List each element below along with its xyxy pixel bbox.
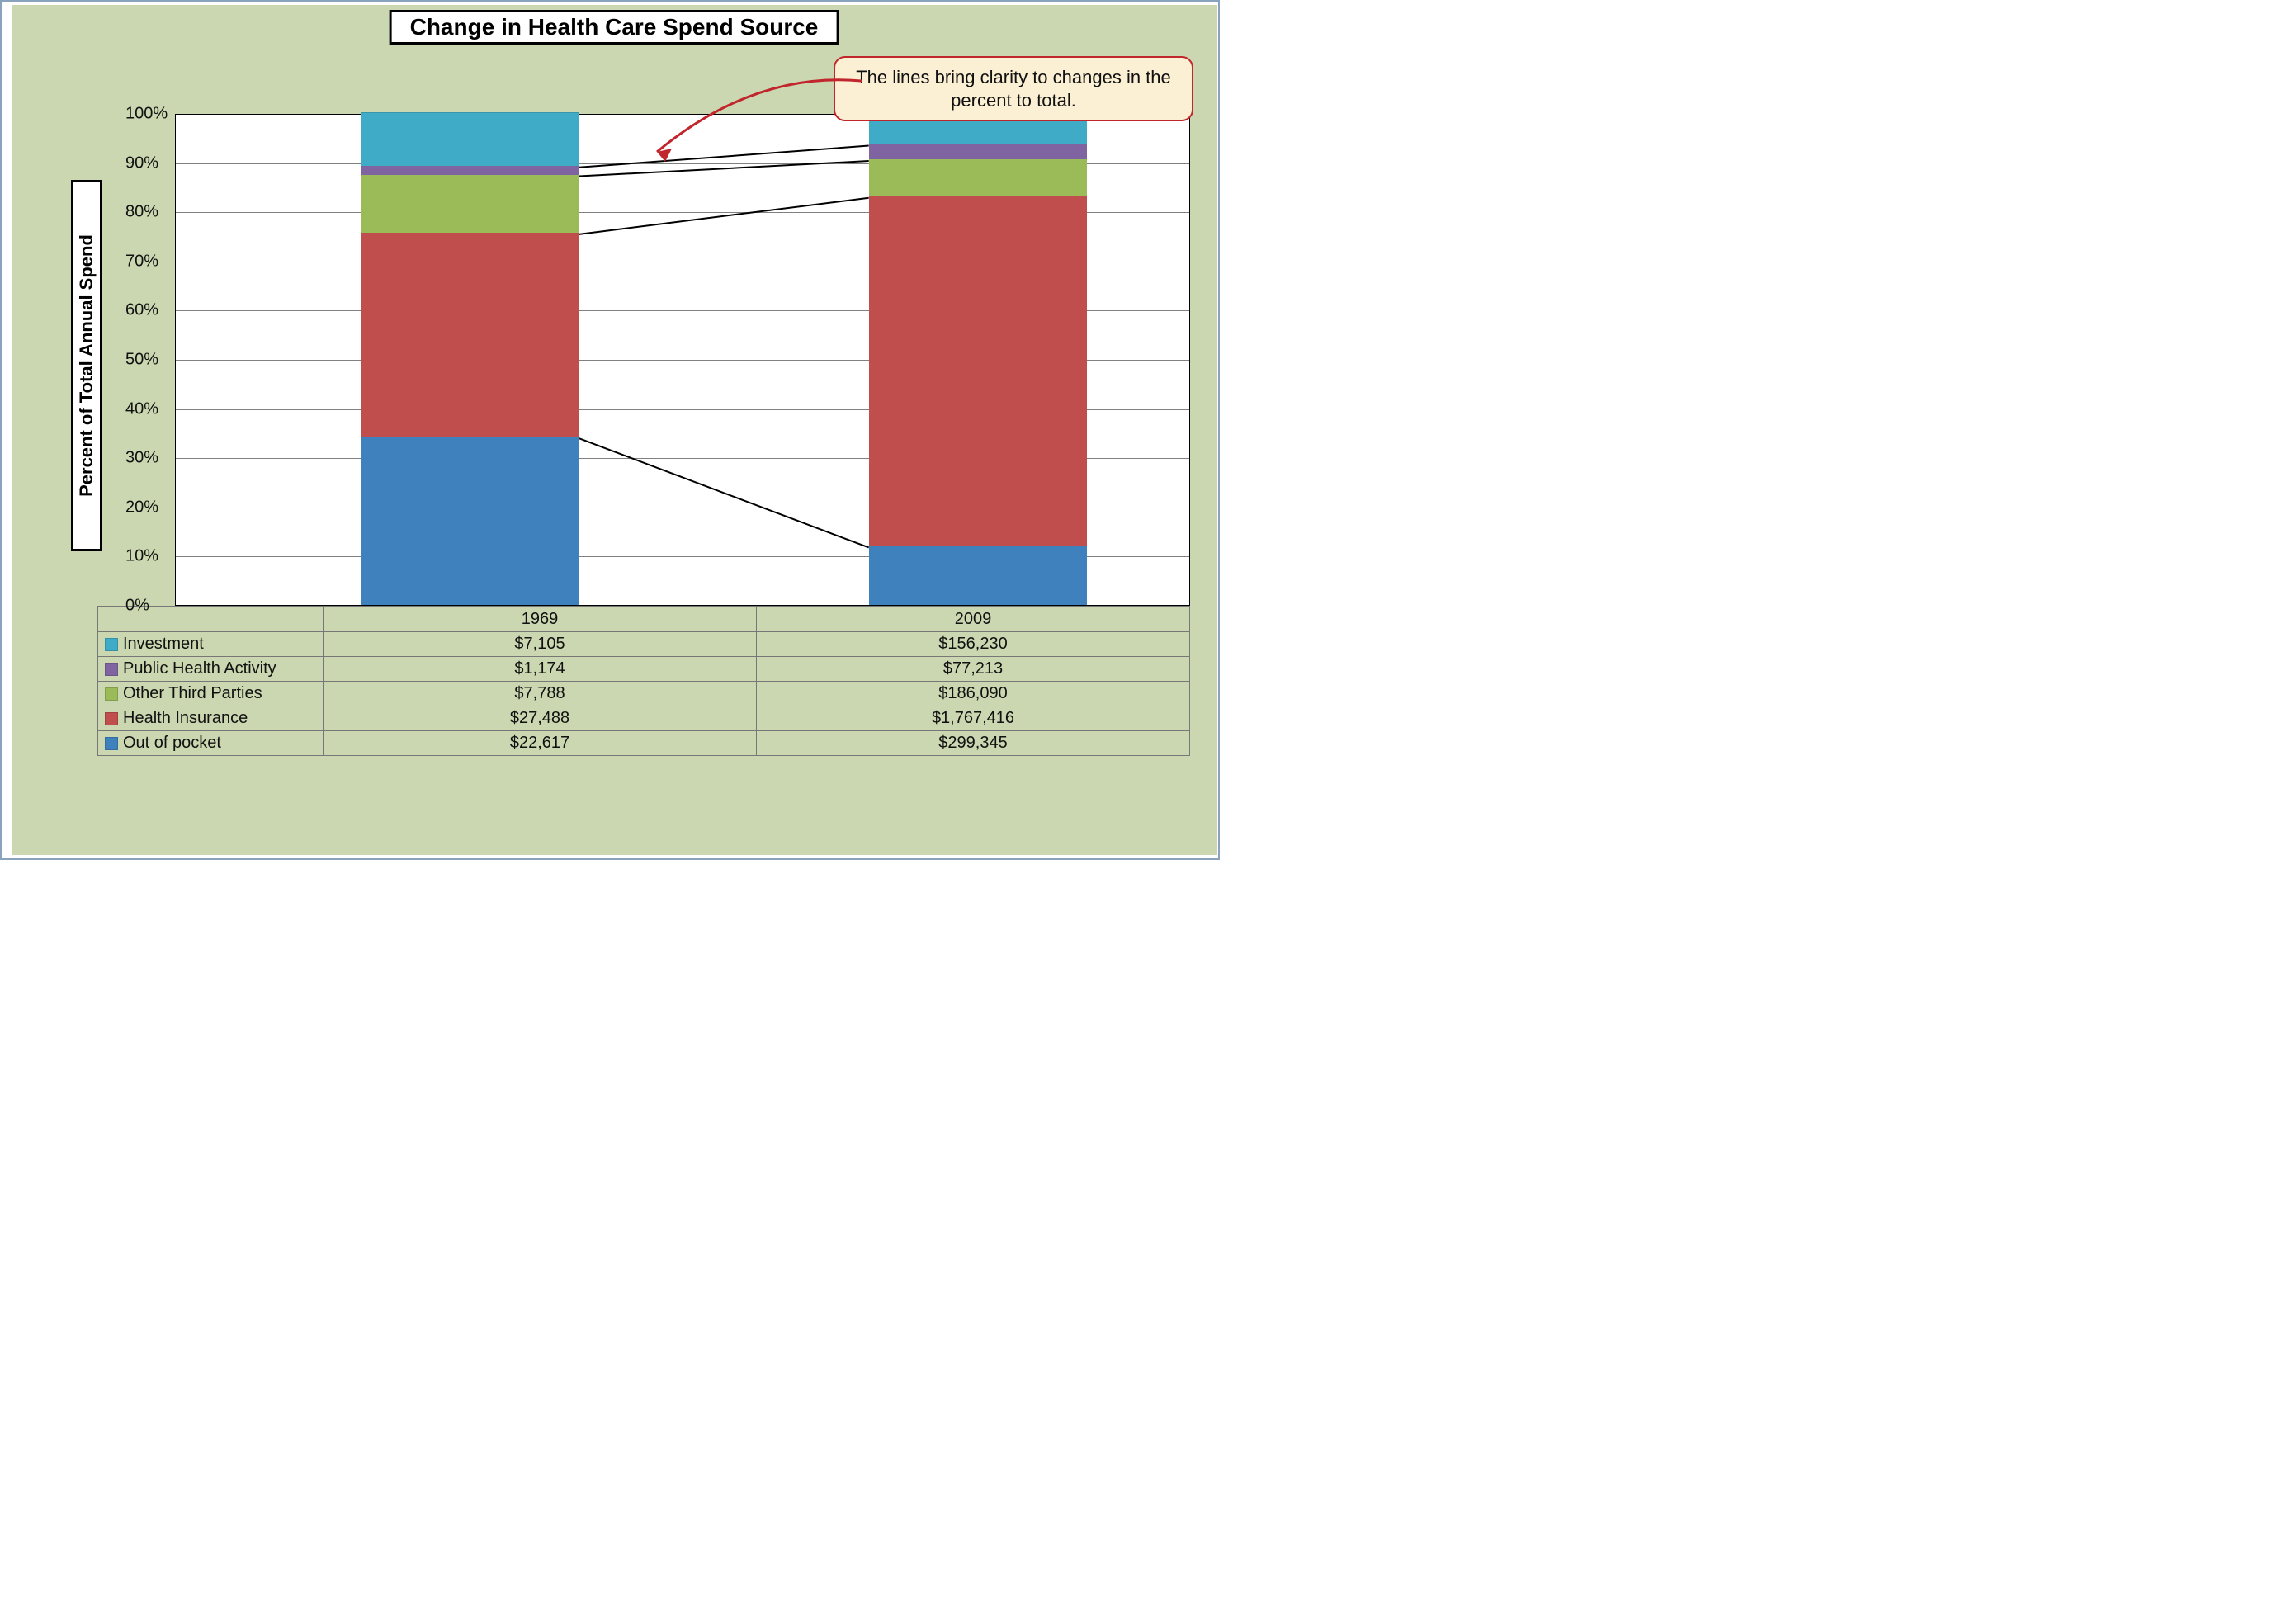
table-cell: $1,767,416 <box>757 706 1190 731</box>
table-cell: $186,090 <box>757 682 1190 706</box>
chart-container: Change in Health Care Spend Source Perce… <box>0 0 1220 860</box>
y-tick-label: 20% <box>125 498 193 517</box>
y-axis-label-box: Percent of Total Annual Spend <box>71 180 102 551</box>
legend-label-oop: Out of pocket <box>98 731 324 756</box>
connector-lines <box>176 115 1191 607</box>
table-row: Public Health Activity$1,174$77,213 <box>98 657 1190 682</box>
y-tick-label: 80% <box>125 203 193 222</box>
table-cell: $1,174 <box>324 657 757 682</box>
annotation-text: The lines bring clarity to changes in th… <box>856 67 1171 111</box>
y-tick-label: 0% <box>125 597 193 616</box>
table-row: Out of pocket$22,617$299,345 <box>98 731 1190 756</box>
chart-panel: Change in Health Care Spend Source Perce… <box>12 5 1217 855</box>
legend-swatch-otp <box>105 687 118 701</box>
table-cell: $299,345 <box>757 731 1190 756</box>
table-header-row: 1969 2009 <box>98 607 1190 632</box>
chart-title: Change in Health Care Spend Source <box>410 14 819 40</box>
legend-label-hi: Health Insurance <box>98 706 324 731</box>
y-tick-label: 70% <box>125 252 193 271</box>
data-table: 1969 2009 Investment$7,105$156,230Public… <box>97 606 1190 756</box>
y-tick-label: 10% <box>125 547 193 566</box>
annotation-callout: The lines bring clarity to changes in th… <box>834 56 1193 121</box>
table-cell: $27,488 <box>324 706 757 731</box>
table-row: Other Third Parties$7,788$186,090 <box>98 682 1190 706</box>
table-cell: $77,213 <box>757 657 1190 682</box>
table-cell: $156,230 <box>757 632 1190 657</box>
legend-label-inv: Investment <box>98 632 324 657</box>
y-tick-label: 100% <box>125 105 193 124</box>
legend-swatch-inv <box>105 638 118 651</box>
table-col-2009: 2009 <box>757 607 1190 632</box>
legend-swatch-hi <box>105 712 118 725</box>
y-tick-label: 50% <box>125 351 193 370</box>
table-cell: $7,105 <box>324 632 757 657</box>
table-row: Health Insurance$27,488$1,767,416 <box>98 706 1190 731</box>
legend-swatch-oop <box>105 737 118 750</box>
y-tick-label: 30% <box>125 449 193 468</box>
table-col-1969: 1969 <box>324 607 757 632</box>
y-tick-label: 90% <box>125 153 193 172</box>
legend-label-pha: Public Health Activity <box>98 657 324 682</box>
y-tick-label: 60% <box>125 301 193 320</box>
table-row: Investment$7,105$156,230 <box>98 632 1190 657</box>
y-axis-label: Percent of Total Annual Spend <box>76 234 97 497</box>
y-tick-label: 40% <box>125 399 193 418</box>
plot-area <box>175 114 1190 606</box>
table-cell: $7,788 <box>324 682 757 706</box>
legend-label-otp: Other Third Parties <box>98 682 324 706</box>
chart-title-box: Change in Health Care Spend Source <box>390 10 839 45</box>
table-cell: $22,617 <box>324 731 757 756</box>
legend-swatch-pha <box>105 663 118 676</box>
